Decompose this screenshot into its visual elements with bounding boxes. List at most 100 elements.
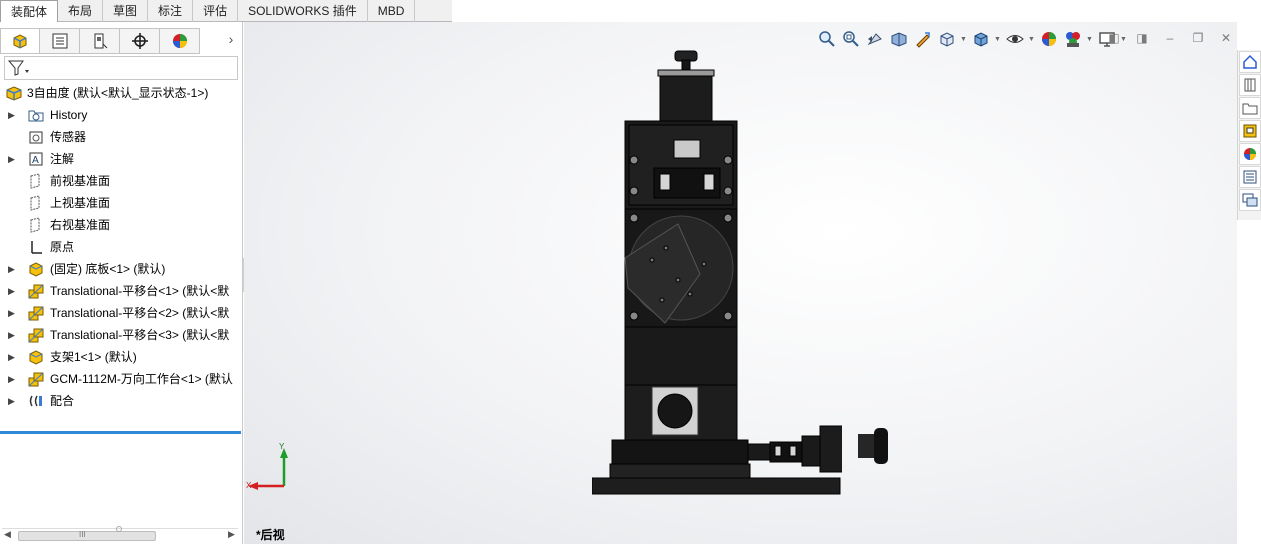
tab-sketch[interactable]: 草图	[103, 0, 149, 22]
view-orientation-icon[interactable]	[936, 28, 958, 50]
tab-markup[interactable]: 标注	[148, 0, 194, 22]
tree-item-label: 配合	[50, 394, 75, 408]
scroll-left-icon[interactable]: ◀	[4, 529, 11, 540]
task-pane-tabs	[1237, 50, 1261, 220]
expand-arrow-icon[interactable]: ▶	[8, 390, 18, 412]
expand-arrow-icon[interactable]: ▶	[8, 324, 18, 346]
expand-arrow-icon[interactable]: ▶	[8, 280, 18, 302]
tree-item[interactable]: 前视基准面	[0, 170, 241, 192]
apply-scene-dropdown-icon[interactable]: ▼	[1086, 36, 1094, 43]
dynamic-annotation-icon[interactable]	[912, 28, 934, 50]
tree-item[interactable]: ▶ Translational-平移台<1> (默认<默	[0, 280, 241, 302]
side-knob-render	[858, 428, 888, 464]
command-manager-tabs: 装配体 布局 草图 标注 评估 SOLIDWORKS 插件 MBD	[0, 0, 452, 22]
tab-configurationmanager[interactable]	[80, 28, 120, 54]
featuremanager-icon	[13, 34, 27, 49]
apply-scene-icon[interactable]	[1062, 28, 1084, 50]
sensor-icon	[29, 131, 43, 144]
tab-assembly[interactable]: 装配体	[0, 0, 59, 22]
tree-item[interactable]: ▶ Translational-平移台<2> (默认<默	[0, 302, 241, 324]
tab-layout[interactable]: 布局	[58, 0, 104, 22]
tree-item-label: 传感器	[50, 130, 87, 144]
display-style-icon[interactable]	[970, 28, 992, 50]
tree-root-assembly[interactable]: 3自由度 (默认<默认_显示状态-1>)	[0, 82, 241, 104]
tab-mbd[interactable]: MBD	[368, 0, 416, 22]
zoom-to-area-icon[interactable]	[840, 28, 862, 50]
view-orientation-label: *后视	[256, 528, 285, 542]
tree-item[interactable]: 原点	[0, 236, 241, 258]
panel-tabs	[0, 28, 243, 54]
tree-item[interactable]: 右视基准面	[0, 214, 241, 236]
panel-collapse-right-icon[interactable]: ◨	[1131, 28, 1153, 48]
svg-text:A: A	[32, 155, 39, 166]
configurationmanager-icon	[94, 33, 107, 49]
tree-filter-input[interactable]	[4, 56, 238, 80]
tab-propertymanager[interactable]	[40, 28, 80, 54]
tree-item[interactable]: ▶ (固定) 底板<1> (默认)	[0, 258, 241, 280]
panel-collapse-left-icon[interactable]: ◧	[1103, 28, 1125, 48]
tree-item[interactable]: ▶ GCM-1112M-万向工作台<1> (默认	[0, 368, 241, 390]
feature-tree: 3自由度 (默认<默认_显示状态-1>) ▶ History 传感器 ▶ A 注解 前视基准…	[0, 82, 243, 412]
tree-item[interactable]: 上视基准面	[0, 192, 241, 214]
custom-properties-icon[interactable]	[1239, 166, 1261, 188]
subassembly-icon	[28, 372, 44, 387]
panel-resize-grip[interactable]	[116, 526, 122, 532]
subassembly-icon	[28, 306, 44, 321]
tree-rollback-bar[interactable]	[0, 431, 241, 434]
expand-arrow-icon[interactable]: ▶	[8, 346, 18, 368]
graphics-area[interactable]: ▼ ▼ ▼ ▼ ▼ ◧ ◨ – ❐ ✕ Y X *后视	[244, 22, 1237, 544]
tree-item[interactable]: ▶ History	[0, 104, 241, 126]
edit-appearance-icon[interactable]	[1038, 28, 1060, 50]
expand-arrow-icon[interactable]: ▶	[8, 104, 18, 126]
scroll-right-icon[interactable]: ▶	[228, 529, 235, 540]
plane-icon	[30, 195, 40, 211]
filter-icon	[7, 60, 29, 76]
tree-item-label: 前视基准面	[50, 174, 111, 188]
view-orientation-dropdown-icon[interactable]: ▼	[960, 36, 968, 43]
section-view-icon[interactable]	[888, 28, 910, 50]
subassembly-icon	[28, 284, 44, 299]
part-icon	[29, 350, 43, 365]
tab-evaluate[interactable]: 评估	[193, 0, 239, 22]
close-icon[interactable]: ✕	[1215, 28, 1237, 48]
tree-item-label: 上视基准面	[50, 196, 111, 210]
coordinate-triad	[248, 448, 288, 490]
display-style-dropdown-icon[interactable]: ▼	[994, 36, 1002, 43]
tree-item[interactable]: ▶ Translational-平移台<3> (默认<默	[0, 324, 241, 346]
previous-view-icon[interactable]	[864, 28, 886, 50]
dimxpert-icon	[131, 33, 148, 49]
restore-icon[interactable]: ❐	[1187, 28, 1209, 48]
solidworks-forum-icon[interactable]	[1239, 189, 1261, 211]
hide-show-dropdown-icon[interactable]: ▼	[1028, 36, 1036, 43]
tab-displaymanager[interactable]	[160, 28, 200, 54]
design-library-icon[interactable]	[1239, 74, 1261, 96]
expand-arrow-icon[interactable]: ▶	[8, 368, 18, 390]
expand-arrow-icon[interactable]: ▶	[8, 302, 18, 324]
appearances-scenes-icon[interactable]	[1239, 143, 1261, 165]
tree-root-label: 3自由度 (默认<默认_显示状态-1>)	[27, 86, 209, 100]
tree-item[interactable]: ▶ 配合	[0, 390, 241, 412]
history-folder-icon	[28, 110, 44, 122]
tree-item[interactable]: ▶ 支架1<1> (默认)	[0, 346, 241, 368]
zoom-to-fit-icon[interactable]	[816, 28, 838, 50]
expand-arrow-icon[interactable]: ▶	[8, 148, 18, 170]
tab-solidworks-addins[interactable]: SOLIDWORKS 插件	[238, 0, 368, 22]
file-explorer-icon[interactable]	[1239, 97, 1261, 119]
hide-show-items-icon[interactable]	[1004, 28, 1026, 50]
plane-icon	[30, 217, 40, 233]
tree-item[interactable]: 传感器	[0, 126, 241, 148]
assembly-model-render[interactable]	[592, 48, 842, 498]
heads-up-view-toolbar: ▼ ▼ ▼ ▼ ▼	[816, 28, 1128, 50]
scrollbar-thumb[interactable]: III	[18, 530, 156, 541]
tree-item-label: Translational-平移台<2> (默认<默	[50, 306, 230, 320]
minimize-icon[interactable]: –	[1159, 28, 1181, 48]
document-window-controls: ◧ ◨ – ❐ ✕	[1103, 28, 1237, 48]
tree-item[interactable]: ▶ A 注解	[0, 148, 241, 170]
solidworks-resources-icon[interactable]	[1239, 51, 1261, 73]
expand-arrow-icon[interactable]: ▶	[8, 258, 18, 280]
view-palette-icon[interactable]	[1239, 120, 1261, 142]
tab-dimxpertmanager[interactable]	[120, 28, 160, 54]
tab-featuremanager[interactable]	[0, 28, 40, 54]
part-icon	[29, 262, 43, 277]
panel-chevron-right-icon[interactable]: ›	[222, 31, 240, 51]
